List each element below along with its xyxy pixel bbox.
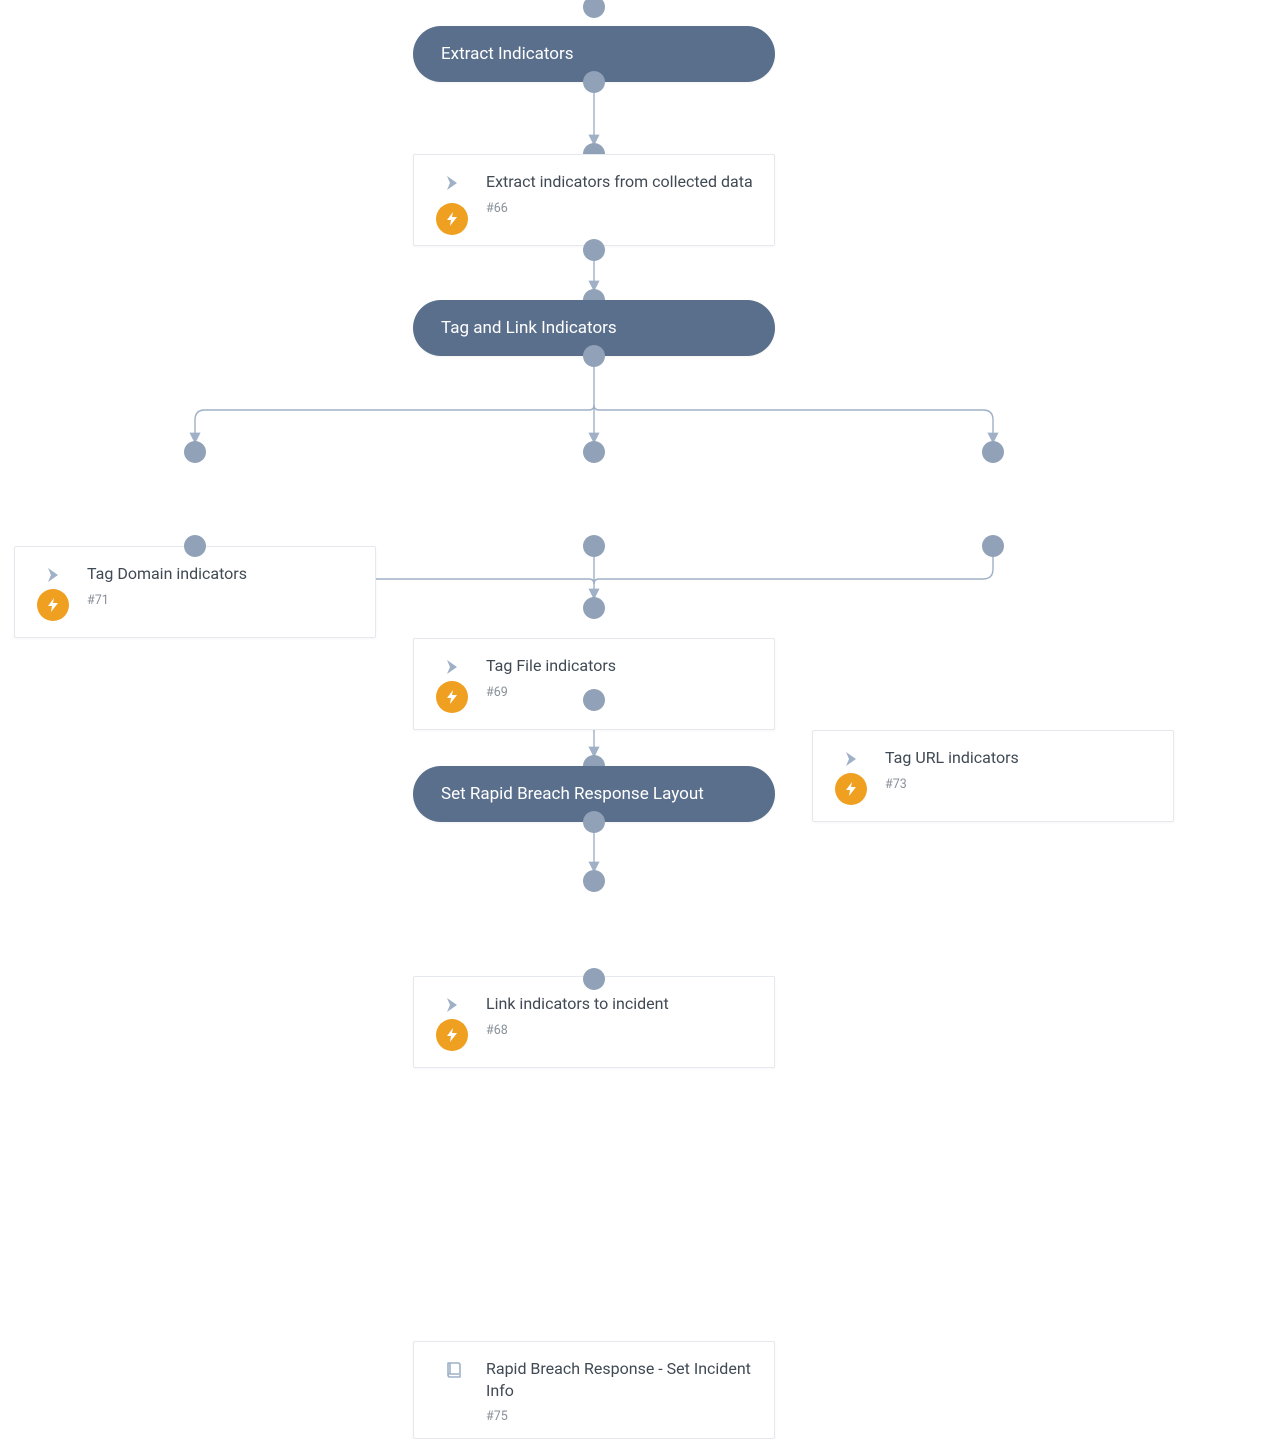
- task-tag-url[interactable]: Tag URL indicators #73: [812, 730, 1174, 822]
- task-tag-file[interactable]: Tag File indicators #69: [413, 638, 775, 730]
- chevron-icon: [442, 655, 466, 679]
- connector-dot: [583, 441, 605, 463]
- task-extract-indicators[interactable]: Extract indicators from collected data #…: [413, 154, 775, 246]
- chevron-icon: [841, 747, 865, 771]
- task-title: Link indicators to incident: [486, 993, 754, 1015]
- connector-dot: [583, 968, 605, 990]
- connector-dot: [982, 535, 1004, 557]
- bolt-icon: [835, 773, 867, 805]
- task-title: Extract indicators from collected data: [486, 171, 754, 193]
- connector-dot: [583, 811, 605, 833]
- task-tag-domain[interactable]: Tag Domain indicators #71: [14, 546, 376, 638]
- connector-dot: [583, 597, 605, 619]
- task-title: Tag Domain indicators: [87, 563, 355, 585]
- task-hash: #66: [486, 201, 754, 216]
- bolt-icon: [436, 1019, 468, 1051]
- connector-dot: [583, 239, 605, 261]
- chevron-icon: [442, 171, 466, 195]
- bolt-icon: [37, 589, 69, 621]
- task-title: Tag File indicators: [486, 655, 754, 677]
- section-title: Set Rapid Breach Response Layout: [441, 784, 704, 804]
- book-icon: [442, 1358, 466, 1382]
- bolt-icon: [436, 203, 468, 235]
- connector-dot: [583, 535, 605, 557]
- connector-dot: [184, 535, 206, 557]
- connector-dot: [583, 345, 605, 367]
- task-hash: #68: [486, 1023, 754, 1038]
- chevron-icon: [43, 563, 67, 587]
- connector-dot: [583, 71, 605, 93]
- connector-dot: [982, 441, 1004, 463]
- connector-dot: [583, 689, 605, 711]
- bolt-icon: [436, 681, 468, 713]
- connector-dot: [184, 441, 206, 463]
- task-hash: #69: [486, 685, 754, 700]
- task-title: Rapid Breach Response - Set Incident Inf…: [486, 1358, 754, 1401]
- task-rbr-set-incident-info[interactable]: Rapid Breach Response - Set Incident Inf…: [413, 1341, 775, 1439]
- section-title: Extract Indicators: [441, 44, 574, 64]
- chevron-icon: [442, 993, 466, 1017]
- connector-dot: [583, 0, 605, 18]
- task-hash: #71: [87, 593, 355, 608]
- task-hash: #73: [885, 777, 1153, 792]
- section-title: Tag and Link Indicators: [441, 318, 617, 338]
- connector-dot: [583, 870, 605, 892]
- task-hash: #75: [486, 1409, 754, 1424]
- task-title: Tag URL indicators: [885, 747, 1153, 769]
